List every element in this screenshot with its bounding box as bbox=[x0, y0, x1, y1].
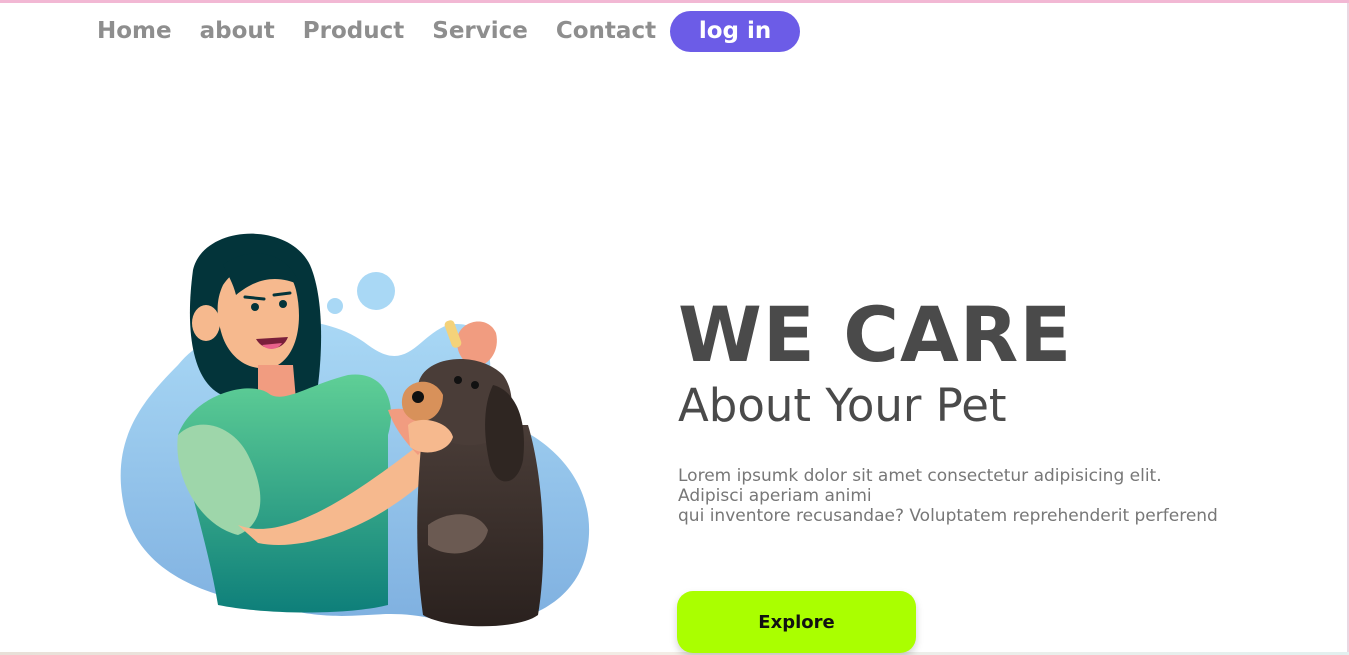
hero-subheadline: About Your Pet bbox=[678, 379, 1007, 432]
dog-ear bbox=[485, 385, 524, 482]
hero-description-line-2: Adipisci aperiam animi bbox=[678, 486, 872, 506]
bubble-small bbox=[327, 298, 343, 314]
top-navigation: Home about Product Service Contact log i… bbox=[97, 8, 801, 54]
hero-headline: WE CARE bbox=[678, 290, 1073, 379]
nav-link-contact[interactable]: Contact bbox=[556, 18, 656, 44]
explore-button[interactable]: Explore bbox=[677, 591, 916, 653]
hero-text-block: WE CARE About Your Pet bbox=[678, 293, 1318, 435]
hero-description-line-3: qui inventore recusandae? Voluptatem rep… bbox=[678, 506, 1218, 526]
landing-page: Home about Product Service Contact log i… bbox=[0, 0, 1349, 655]
hero-description-line-1: Lorem ipsumk dolor sit amet consectetur … bbox=[678, 466, 1162, 486]
nav-link-about[interactable]: about bbox=[200, 18, 275, 44]
nav-link-home[interactable]: Home bbox=[97, 18, 172, 44]
hero-description: Lorem ipsumk dolor sit amet consectetur … bbox=[678, 466, 1298, 526]
login-button[interactable]: log in bbox=[670, 10, 801, 52]
woman-with-dog-illustration bbox=[120, 233, 590, 627]
bubble-large bbox=[357, 272, 395, 310]
nav-link-service[interactable]: Service bbox=[432, 18, 528, 44]
nav-link-product[interactable]: Product bbox=[303, 18, 404, 44]
